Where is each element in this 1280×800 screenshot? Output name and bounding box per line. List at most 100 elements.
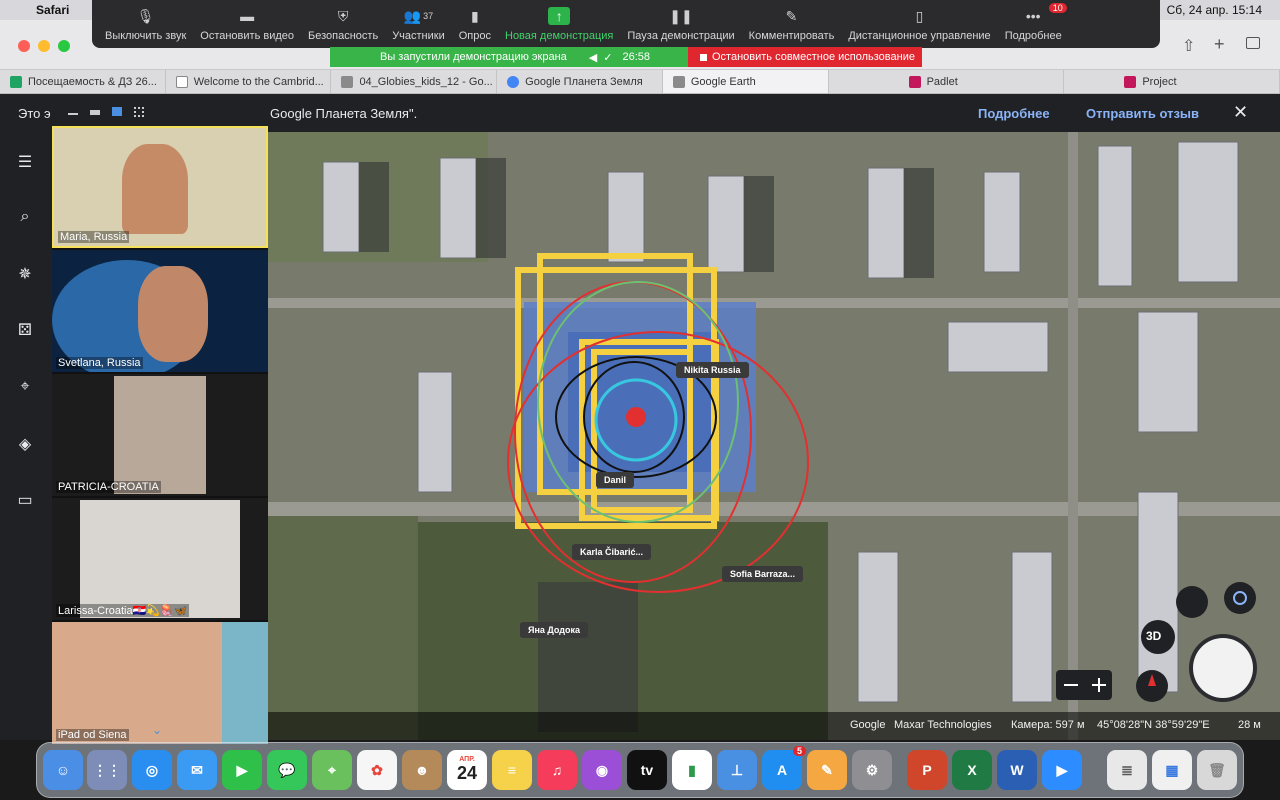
tab-label: Google Earth — [690, 75, 756, 88]
participant-video — [222, 622, 268, 744]
photos-icon[interactable]: ✿ — [357, 750, 397, 790]
minimize-window-button[interactable] — [38, 40, 50, 52]
3d-toggle-label[interactable]: 3D — [1146, 629, 1161, 643]
screenshot-icon[interactable]: ▦ — [1152, 750, 1192, 790]
excel-icon[interactable]: X — [952, 750, 992, 790]
participant-tile[interactable]: Svetlana, Russia — [52, 250, 268, 372]
map-style-icon[interactable]: ◈ — [14, 434, 36, 456]
learn-more-link[interactable]: Подробнее — [978, 106, 1050, 121]
participant-tile[interactable]: PATRICIA-CROATIA — [52, 374, 268, 496]
close-icon[interactable]: ✕ — [1233, 102, 1248, 123]
tab-label: Project — [1142, 75, 1177, 88]
powerpoint-icon[interactable]: P — [907, 750, 947, 790]
projects-icon[interactable]: ⌖ — [14, 378, 36, 400]
feeling-lucky-icon[interactable]: ⚄ — [14, 320, 36, 342]
keynote-icon[interactable]: ⊥ — [717, 750, 757, 790]
contacts-icon[interactable]: ☻ — [402, 750, 442, 790]
poll-icon: ▮ — [471, 7, 479, 24]
poll-button[interactable]: ▮ Опрос — [452, 7, 498, 43]
send-feedback-link[interactable]: Отправить отзыв — [1086, 106, 1199, 121]
share-screen-icon: ↑ — [548, 7, 571, 25]
podcasts-icon[interactable]: ◉ — [582, 750, 622, 790]
stop-icon — [700, 53, 707, 61]
participant-tile[interactable]: Maria, Russia — [52, 126, 268, 248]
minimize-video-icon[interactable] — [68, 113, 78, 115]
pause-share-button[interactable]: ❚❚ Пауза демонстрации — [620, 7, 741, 43]
tab-overview-icon[interactable] — [1246, 37, 1260, 49]
document-icon[interactable]: ≣ — [1107, 750, 1147, 790]
button-label: Пауза демонстрации — [627, 30, 735, 42]
stop-video-button[interactable]: ▬ Остановить видео — [193, 7, 301, 42]
pencil-icon: ✎ — [785, 7, 798, 24]
new-share-button[interactable]: ↑ Новая демонстрация — [498, 7, 620, 42]
measure-icon[interactable]: ▭ — [14, 490, 36, 512]
tab-globies[interactable]: 04_Globies_kids_12 - Go... — [331, 70, 498, 93]
chevron-down-icon[interactable]: ⌄ — [152, 723, 162, 737]
stop-share-button[interactable]: Остановить совместное использование — [688, 47, 922, 67]
tab-project[interactable]: Project — [1064, 70, 1280, 93]
tab-cambridge[interactable]: Welcome to the Cambrid... — [166, 70, 332, 93]
search-icon[interactable]: ⌕ — [14, 208, 36, 230]
button-label: Новая демонстрация — [505, 30, 614, 42]
participant-tile[interactable]: Larissa-Croatia🇭🇷💫🪼🦋 — [52, 498, 268, 620]
menu-icon[interactable]: ☰ — [14, 152, 36, 174]
calendar-month: АПР. — [459, 756, 475, 763]
more-button[interactable]: ••• Подробнее 10 — [998, 3, 1069, 42]
my-location-icon[interactable] — [1224, 582, 1256, 614]
music-icon[interactable]: ♫ — [537, 750, 577, 790]
mail-icon[interactable]: ✉ — [177, 750, 217, 790]
menubar-clock[interactable]: Сб, 24 апр. 15:14 — [1167, 3, 1262, 17]
more-icon: ••• — [1025, 8, 1041, 24]
mute-button[interactable]: 🎙 Выключить звук — [98, 7, 193, 43]
annotate-button[interactable]: ✎ Комментировать — [742, 7, 842, 43]
app-menu[interactable]: Safari — [36, 3, 69, 17]
button-label: Выключить звук — [105, 30, 187, 42]
voyager-icon[interactable]: ✵ — [14, 264, 36, 286]
street-view-icon[interactable] — [1176, 586, 1208, 618]
security-button[interactable]: ⛨ Безопасность — [301, 7, 385, 43]
satellite-map[interactable]: Nikita Russia Danil Karla Čibarić... Sof… — [268, 132, 1280, 740]
finder-icon[interactable]: ☺ — [43, 750, 83, 790]
zoom-meeting-toolbar: 🎙 Выключить звук ▬ Остановить видео ⛨ Безоп… — [92, 0, 1160, 48]
tab-google-earth[interactable]: Google Earth — [662, 70, 829, 93]
tab-label: 04_Globies_kids_12 - Go... — [359, 75, 493, 88]
close-window-button[interactable] — [18, 40, 30, 52]
annotation-label: Яна Додока — [520, 622, 589, 638]
launchpad-icon[interactable]: ⋮⋮ — [87, 750, 127, 790]
word-icon[interactable]: W — [997, 750, 1037, 790]
microphone-icon: 🎙 — [136, 7, 155, 24]
coordinates: 45°08'28"N 38°59'29"E — [1097, 719, 1210, 731]
tab-padlet[interactable]: Padlet — [829, 70, 1065, 93]
active-speaker-icon[interactable] — [90, 110, 100, 115]
gallery-view-icon[interactable] — [134, 107, 144, 117]
safari-icon[interactable]: ◎ — [132, 750, 172, 790]
tab-label: Google Планета Земля — [525, 75, 643, 88]
remote-control-button[interactable]: ▯ Дистанционное управление — [841, 7, 997, 43]
numbers-icon[interactable]: ▮ — [672, 750, 712, 790]
annotation-label: Sofia Barraza... — [722, 566, 804, 582]
messages-icon[interactable]: 💬 — [267, 750, 307, 790]
maps-icon[interactable]: ⌖ — [312, 750, 352, 790]
share-icon[interactable]: ⇧ — [1182, 36, 1195, 56]
calendar-icon[interactable]: АПР. 24 — [447, 750, 487, 790]
tv-icon[interactable]: tv — [627, 750, 667, 790]
pages-icon[interactable]: ✎ — [807, 750, 847, 790]
share-status: Вы запустили демонстрацию экрана ◀ ✓ 26:… — [330, 47, 688, 67]
zoom-icon[interactable]: ▶ — [1042, 750, 1082, 790]
appstore-icon[interactable]: A5 — [762, 746, 806, 790]
facetime-icon[interactable]: ▶ — [222, 750, 262, 790]
participant-name: iPad od Siena — [56, 729, 129, 741]
tab-google-earth-ru[interactable]: Google Планета Земля — [497, 70, 663, 93]
strip-view-icon[interactable] — [112, 107, 122, 116]
zoom-window-button[interactable] — [58, 40, 70, 52]
new-tab-icon[interactable]: + — [1214, 34, 1225, 55]
participants-button[interactable]: 👥 37 Участники — [385, 7, 452, 43]
macos-dock: ☺ ⋮⋮ ◎ ✉ ▶ 💬 ⌖ ✿ ☻ АПР. 24 ≡ ♫ ◉ tv ▮ ⊥ A… — [36, 742, 1244, 798]
stop-share-label: Остановить совместное использование — [712, 51, 915, 63]
system-preferences-icon[interactable]: ⚙ — [852, 750, 892, 790]
annotation-label: Nikita Russia — [676, 362, 749, 378]
notes-icon[interactable]: ≡ — [492, 750, 532, 790]
tab-attendance[interactable]: Посещаемость & ДЗ 26... — [0, 70, 166, 93]
trash-icon[interactable]: 🗑 — [1197, 750, 1237, 790]
shield-check-icon: ✓ — [603, 51, 613, 64]
